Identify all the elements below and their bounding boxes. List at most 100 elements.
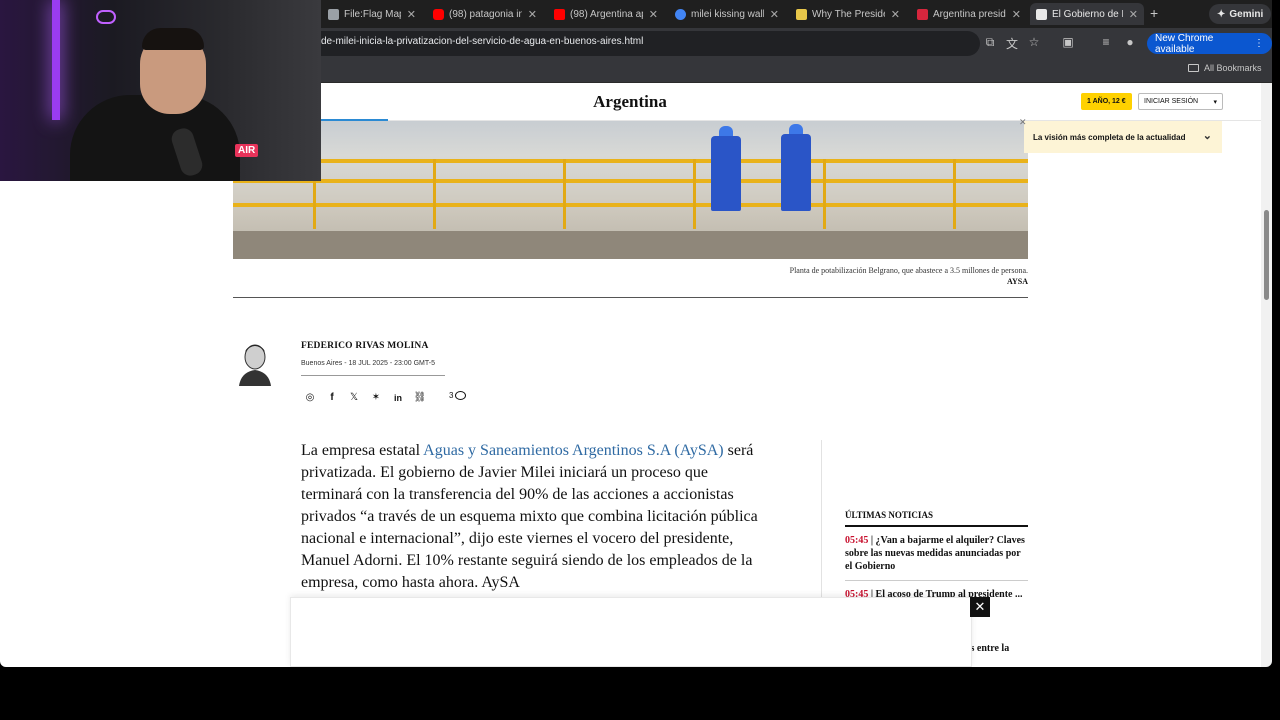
- new-tab-button[interactable]: +: [1150, 5, 1158, 21]
- railing: [233, 179, 1028, 183]
- reading-list-icon[interactable]: ≡: [1098, 35, 1114, 49]
- whatsapp-icon[interactable]: ◎: [303, 391, 317, 405]
- comments-button[interactable]: 3: [449, 391, 467, 400]
- tab-2-title: (98) patagonia inc: [449, 8, 522, 20]
- profile-avatar-icon[interactable]: ●: [1122, 35, 1138, 49]
- close-icon[interactable]: ✕: [528, 8, 537, 21]
- railing-post: [433, 159, 436, 229]
- youtube-icon: [554, 8, 565, 20]
- news-time: 05:45: [845, 535, 869, 546]
- close-icon[interactable]: ✕: [770, 8, 779, 21]
- tab-3[interactable]: (98) Argentina ap ✕: [548, 3, 664, 25]
- worker-figure: [781, 134, 811, 211]
- tab-1[interactable]: File:Flag Map of G ✕: [322, 3, 422, 25]
- login-button[interactable]: INICIAR SESIÓN ▾: [1138, 93, 1223, 110]
- image-caption: Planta de potabilización Belgrano, que a…: [789, 266, 1028, 275]
- tab-5[interactable]: Why The Presiden ✕: [790, 3, 906, 25]
- dateline: Buenos Aires - 18 JUL 2025 - 23:00 GMT-5: [301, 360, 435, 367]
- author-avatar[interactable]: [237, 340, 273, 386]
- elpais-favicon-icon: [1036, 8, 1047, 20]
- tab-6[interactable]: Argentina preside ✕: [911, 3, 1027, 25]
- railing-post: [693, 159, 696, 229]
- neon-sign: [96, 10, 116, 24]
- close-icon[interactable]: ✕: [1129, 8, 1138, 21]
- youtube-icon: [433, 8, 444, 20]
- gemini-button[interactable]: ✦ Gemini: [1209, 4, 1272, 24]
- tab-2[interactable]: (98) patagonia inc ✕: [427, 3, 543, 25]
- edition-promo-text: La visión más completa de la actualidad: [1033, 132, 1186, 142]
- article-hero-image: [233, 121, 1028, 259]
- divider: [845, 580, 1028, 581]
- chevron-down-icon: ▾: [1213, 98, 1217, 106]
- google-icon: [675, 8, 686, 20]
- hero-floor: [233, 231, 1028, 259]
- ad-close-icon[interactable]: ✕: [970, 597, 990, 617]
- more-vert-icon: ⋮: [1254, 38, 1264, 49]
- divider: [301, 375, 445, 376]
- news-headline: ¿Van a bajarme el alquiler? Claves sobre…: [845, 535, 1025, 572]
- close-icon[interactable]: ✕: [1019, 117, 1027, 128]
- url-text[interactable]: de-milei-inicia-la-privatizacion-del-ser…: [321, 36, 643, 47]
- webcam-overlay: AIR: [0, 0, 321, 181]
- new-chrome-available-button[interactable]: New Chrome available ⋮: [1147, 32, 1272, 55]
- scrollbar-track[interactable]: [1261, 83, 1272, 667]
- sparkle-icon: ✦: [1217, 8, 1226, 20]
- tab-5-title: Why The Presiden: [812, 8, 885, 20]
- new-chrome-label: New Chrome available: [1155, 32, 1214, 55]
- aysa-link[interactable]: Aguas y Saneamientos Argentinos S.A (AyS…: [423, 442, 723, 459]
- led-light: [52, 0, 60, 120]
- worker-helmet: [719, 126, 733, 136]
- bluesky-icon[interactable]: ✶: [369, 391, 383, 405]
- railing-post: [563, 159, 566, 229]
- all-bookmarks-label: All Bookmarks: [1204, 63, 1262, 73]
- star-icon[interactable]: ☆: [1026, 35, 1042, 49]
- comment-bubble-icon: [455, 391, 467, 400]
- tab-1-title: File:Flag Map of G: [344, 8, 401, 20]
- author-name[interactable]: FEDERICO RIVAS MOLINA: [301, 341, 429, 351]
- latest-news-title: ÚLTIMAS NOTICIAS: [845, 510, 933, 520]
- comment-count: 3: [449, 391, 454, 400]
- folder-icon: [1188, 64, 1199, 72]
- all-bookmarks-button[interactable]: All Bookmarks: [1188, 63, 1262, 73]
- image-credit: AYSA: [1006, 277, 1028, 286]
- railing: [233, 203, 1028, 207]
- air-sign: AIR: [235, 144, 259, 157]
- divider: [845, 525, 1028, 527]
- translate-icon[interactable]: 文: [1004, 35, 1020, 52]
- facebook-icon[interactable]: f: [325, 391, 339, 405]
- section-title[interactable]: Argentina: [560, 92, 700, 112]
- scrollbar-thumb[interactable]: [1264, 210, 1269, 300]
- linkedin-icon[interactable]: in: [391, 391, 405, 405]
- install-icon[interactable]: ⧉: [982, 35, 998, 50]
- login-label: INICIAR SESIÓN: [1144, 98, 1199, 105]
- link-icon[interactable]: ⛓: [413, 391, 427, 405]
- site-favicon-icon: [796, 8, 807, 20]
- railing-post: [953, 159, 956, 229]
- news-item[interactable]: 05:45 | ¿Van a bajarme el alquiler? Clav…: [845, 534, 1030, 573]
- close-icon[interactable]: ✕: [649, 8, 658, 21]
- x-icon[interactable]: 𝕏: [347, 391, 361, 405]
- worker-helmet: [789, 124, 803, 134]
- close-icon[interactable]: ✕: [891, 8, 900, 21]
- gemini-label: Gemini: [1229, 8, 1264, 20]
- tab-4-title: milei kissing wall -: [691, 8, 764, 20]
- railing-post: [823, 159, 826, 229]
- streamer-hair: [142, 28, 204, 50]
- article-text: será privatizada. El gobierno de Javier …: [301, 442, 758, 591]
- close-icon[interactable]: ✕: [1012, 8, 1021, 21]
- ad-banner[interactable]: [290, 597, 972, 667]
- tab-7-active[interactable]: El Gobierno de Mi ✕: [1030, 3, 1144, 25]
- yahoo-icon: [917, 8, 928, 20]
- worker-figure: [711, 136, 741, 211]
- railing: [233, 159, 1028, 163]
- article-text: La empresa estatal: [301, 442, 424, 459]
- tab-4[interactable]: milei kissing wall - ✕: [669, 3, 785, 25]
- tab-1-favicon-icon: [328, 8, 339, 20]
- subscribe-button[interactable]: 1 AÑO, 12 €: [1081, 93, 1132, 110]
- close-icon[interactable]: ✕: [407, 8, 416, 21]
- edition-promo-bar[interactable]: La visión más completa de la actualidad …: [1024, 121, 1222, 153]
- tab-7-title: El Gobierno de Mi: [1052, 8, 1123, 20]
- tab-6-title: Argentina preside: [933, 8, 1006, 20]
- side-panel-icon[interactable]: ▣: [1060, 35, 1076, 49]
- screen: File:Flag Map of G ✕ (98) patagonia inc …: [0, 0, 1280, 720]
